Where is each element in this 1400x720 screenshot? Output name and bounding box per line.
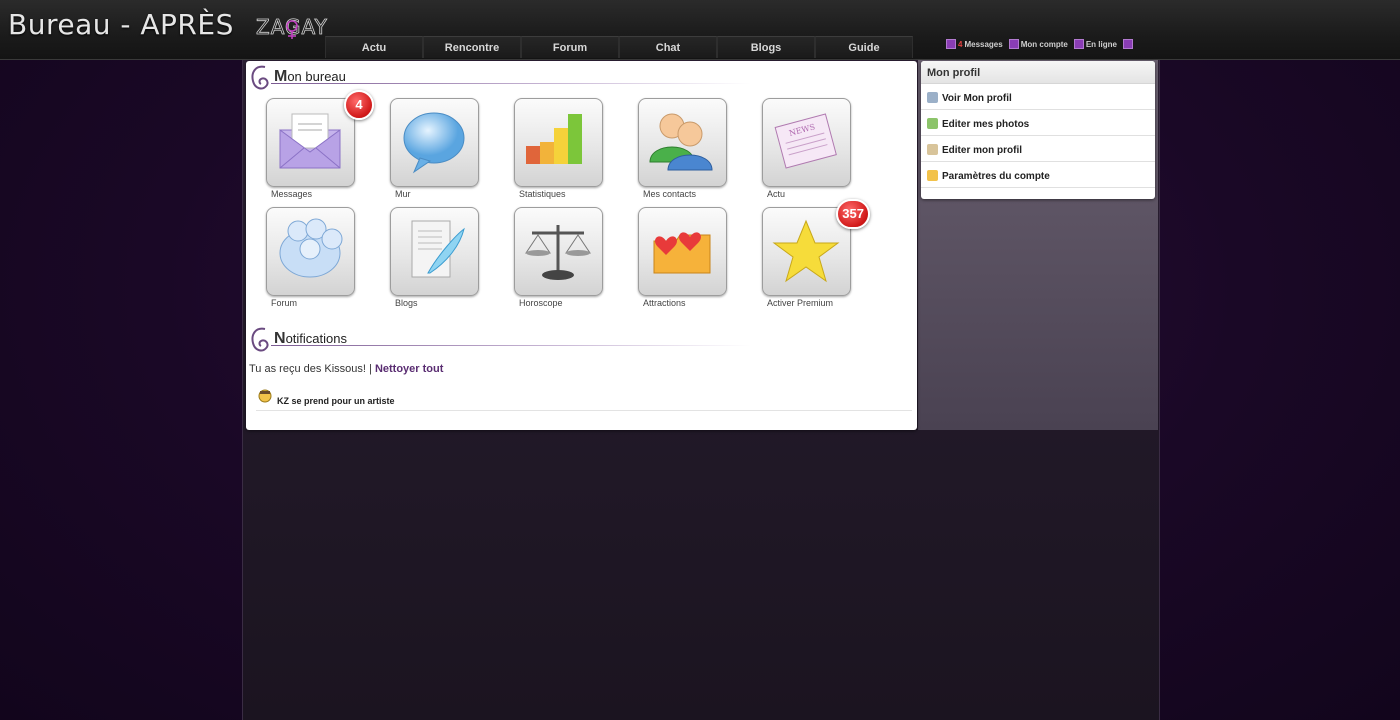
tile-blogs[interactable]: Blogs (390, 207, 480, 317)
profile-title: Mon profil (921, 61, 1155, 84)
speech-bubble-icon (403, 112, 465, 174)
tile-attractions[interactable]: Attractions (638, 207, 728, 317)
wrench-icon (1008, 39, 1019, 49)
logout-button[interactable] (1122, 39, 1135, 49)
folder-settings-icon (927, 170, 938, 181)
tile-label: Mes contacts (643, 189, 697, 199)
notification-text: KZ se prend pour un artiste (277, 396, 395, 406)
tile-label: Mur (395, 189, 411, 199)
top-bar: Bureau - APRÈS ZAGAY Actu Rencontre Foru… (0, 0, 1400, 60)
nav-item-blogs[interactable]: Blogs (717, 36, 815, 58)
profile-view-icon (927, 92, 938, 103)
kiss-notification: Tu as reçu des Kissous! | Nettoyer tout (249, 363, 443, 375)
notifications-header: Notifications (249, 325, 751, 355)
nav-item-guide[interactable]: Guide (815, 36, 913, 58)
view-profile-link[interactable]: Voir Mon profil (921, 84, 1155, 110)
premium-badge: 357 (836, 199, 870, 229)
magnifier-icon (1073, 39, 1084, 49)
divider (271, 345, 751, 346)
user-bar: 4 Messages Mon compte En ligne (946, 39, 1135, 49)
tile-forum[interactable]: Forum (266, 207, 356, 317)
divider (271, 83, 751, 84)
tile-horoscope[interactable]: Horoscope (514, 207, 604, 317)
contacts-icon (649, 113, 713, 171)
online-link[interactable]: En ligne (1073, 39, 1117, 49)
tile-label: Forum (271, 298, 298, 308)
tile-label: Horoscope (519, 298, 563, 308)
nav-item-chat[interactable]: Chat (619, 36, 717, 58)
messages-badge: 4 (344, 90, 374, 120)
scales-icon (525, 225, 591, 280)
tile-label: Messages (271, 189, 313, 199)
swirl-icon (251, 65, 269, 90)
tile-messages[interactable]: 4 Messages (266, 90, 374, 208)
bureau-header: Mon bureau (249, 63, 751, 93)
swirl-icon (251, 327, 269, 352)
account-link[interactable]: Mon compte (1008, 39, 1068, 49)
photos-icon (927, 118, 938, 129)
kiss-text: Tu as reçu des Kissous! | (249, 363, 372, 375)
forum-bubbles-icon (279, 218, 343, 278)
tile-mes-contacts[interactable]: Mes contacts (638, 98, 728, 208)
envelope-icon (946, 39, 956, 49)
online-label: En ligne (1085, 39, 1117, 49)
star-icon (772, 219, 840, 283)
notification-item[interactable]: KZ se prend pour un artiste (256, 387, 912, 411)
tile-label: Actu (767, 189, 786, 199)
messages-label: Messages (964, 39, 1003, 49)
tile-label: Blogs (395, 298, 418, 308)
profile-panel: Mon profil Voir Mon profil Editer mes ph… (921, 61, 1155, 199)
main-nav: Actu Rencontre Forum Chat Blogs Guide (325, 36, 913, 58)
clear-all-link[interactable]: Nettoyer tout (375, 363, 443, 375)
blog-feather-icon (411, 220, 465, 278)
account-label: Mon compte (1020, 39, 1068, 49)
logout-icon (1122, 39, 1133, 49)
edit-profile-icon (927, 144, 938, 155)
messages-link[interactable]: 4 Messages (946, 39, 1003, 49)
link-label: Editer mes photos (942, 119, 1030, 130)
tile-label: Statistiques (519, 189, 566, 199)
link-label: Paramètres du compte (942, 171, 1050, 182)
nav-item-rencontre[interactable]: Rencontre (423, 36, 521, 58)
page-title: Bureau - APRÈS (8, 8, 234, 41)
hearts-folder-icon (653, 232, 711, 274)
site-logo[interactable]: ZAGAY (256, 12, 336, 42)
newspaper-icon: NEWS (774, 113, 837, 169)
main-panel: Mon bureau 4 Messages Mur Statistiques M… (246, 61, 917, 430)
envelope-icon (279, 113, 341, 169)
tile-activer-premium[interactable]: 357 Activer Premium (762, 199, 870, 317)
messages-count: 4 (958, 39, 963, 49)
tile-actu[interactable]: NEWS Actu (762, 98, 852, 208)
artist-icon (258, 389, 272, 403)
tile-label: Activer Premium (767, 298, 834, 308)
nav-item-forum[interactable]: Forum (521, 36, 619, 58)
edit-profile-link[interactable]: Editer mon profil (921, 136, 1155, 162)
tile-mur[interactable]: Mur (390, 98, 480, 208)
bar-chart-icon (526, 114, 582, 164)
link-label: Voir Mon profil (942, 93, 1012, 104)
link-label: Editer mon profil (942, 145, 1022, 156)
account-settings-link[interactable]: Paramètres du compte (921, 162, 1155, 188)
tile-label: Attractions (643, 298, 686, 308)
edit-photos-link[interactable]: Editer mes photos (921, 110, 1155, 136)
tile-statistiques[interactable]: Statistiques (514, 98, 604, 208)
nav-item-actu[interactable]: Actu (325, 36, 423, 58)
